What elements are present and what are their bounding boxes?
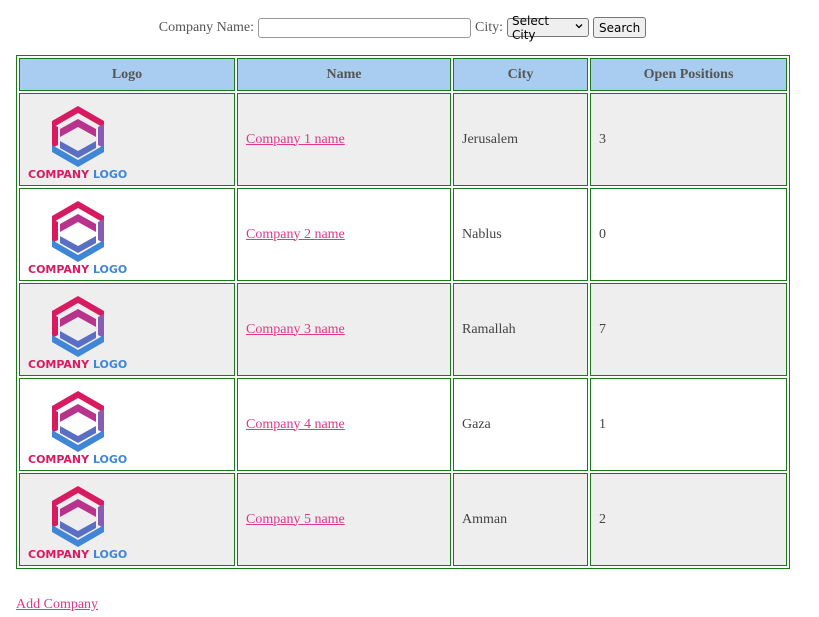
city-cell: Nablus — [453, 188, 588, 281]
logo-cell: COMPANY LOGO — [19, 473, 235, 566]
add-company-link[interactable]: Add Company — [16, 597, 98, 613]
table-row: COMPANY LOGO Company 2 name Nablus 0 — [19, 188, 787, 281]
table-row: COMPANY LOGO Company 4 name Gaza 1 — [19, 378, 787, 471]
company-logo: COMPANY LOGO — [28, 105, 127, 179]
open-positions-cell: 2 — [590, 473, 787, 566]
company-logo: COMPANY LOGO — [28, 390, 127, 464]
logo-wordmark: COMPANY LOGO — [28, 263, 127, 274]
company-name-cell: Company 5 name — [237, 473, 451, 566]
header-logo: Logo — [19, 58, 235, 91]
city-cell: Gaza — [453, 378, 588, 471]
search-button[interactable]: Search — [593, 17, 647, 38]
city-cell: Jerusalem — [453, 93, 588, 186]
open-positions-cell: 0 — [590, 188, 787, 281]
company-name-cell: Company 1 name — [237, 93, 451, 186]
table-row: COMPANY LOGO Company 5 name Amman 2 — [19, 473, 787, 566]
company-name-link[interactable]: Company 1 name — [246, 132, 345, 147]
filter-bar: Company Name: City: Select City Search — [0, 14, 805, 42]
company-logo: COMPANY LOGO — [28, 200, 127, 274]
company-name-link[interactable]: Company 3 name — [246, 322, 345, 337]
logo-cell: COMPANY LOGO — [19, 93, 235, 186]
logo-wordmark: COMPANY LOGO — [28, 548, 127, 559]
company-name-link[interactable]: Company 2 name — [246, 227, 345, 242]
company-name-label: Company Name: — [158, 19, 254, 35]
companies-table: Logo Name City Open Positions COMPANY LO… — [17, 56, 789, 568]
header-city: City — [453, 58, 588, 91]
logo-wordmark: COMPANY LOGO — [28, 453, 127, 464]
company-logo: COMPANY LOGO — [28, 295, 127, 369]
city-select[interactable]: Select City — [507, 14, 590, 42]
company-name-link[interactable]: Company 5 name — [246, 512, 345, 527]
city-cell: Ramallah — [453, 283, 588, 376]
open-positions-cell: 7 — [590, 283, 787, 376]
company-name-input[interactable] — [258, 17, 471, 38]
logo-cell: COMPANY LOGO — [19, 188, 235, 281]
table-header-row: Logo Name City Open Positions — [19, 58, 787, 91]
city-cell: Amman — [453, 473, 588, 566]
company-name-cell: Company 2 name — [237, 188, 451, 281]
logo-wordmark: COMPANY LOGO — [28, 358, 127, 369]
city-label: City: — [475, 19, 504, 35]
header-name: Name — [237, 58, 451, 91]
logo-cell: COMPANY LOGO — [19, 283, 235, 376]
table-row: COMPANY LOGO Company 3 name Ramallah 7 — [19, 283, 787, 376]
logo-wordmark: COMPANY LOGO — [28, 168, 127, 179]
open-positions-cell: 3 — [590, 93, 787, 186]
company-name-cell: Company 3 name — [237, 283, 451, 376]
company-name-cell: Company 4 name — [237, 378, 451, 471]
open-positions-cell: 1 — [590, 378, 787, 471]
chevron-down-icon — [574, 21, 584, 34]
company-name-link[interactable]: Company 4 name — [246, 417, 345, 432]
logo-cell: COMPANY LOGO — [19, 378, 235, 471]
company-logo: COMPANY LOGO — [28, 485, 127, 559]
companies-table-wrapper: Logo Name City Open Positions COMPANY LO… — [16, 55, 790, 569]
table-row: COMPANY LOGO Company 1 name Jerusalem 3 — [19, 93, 787, 186]
header-open-positions: Open Positions — [590, 58, 787, 91]
city-select-value: Select City — [512, 13, 550, 42]
